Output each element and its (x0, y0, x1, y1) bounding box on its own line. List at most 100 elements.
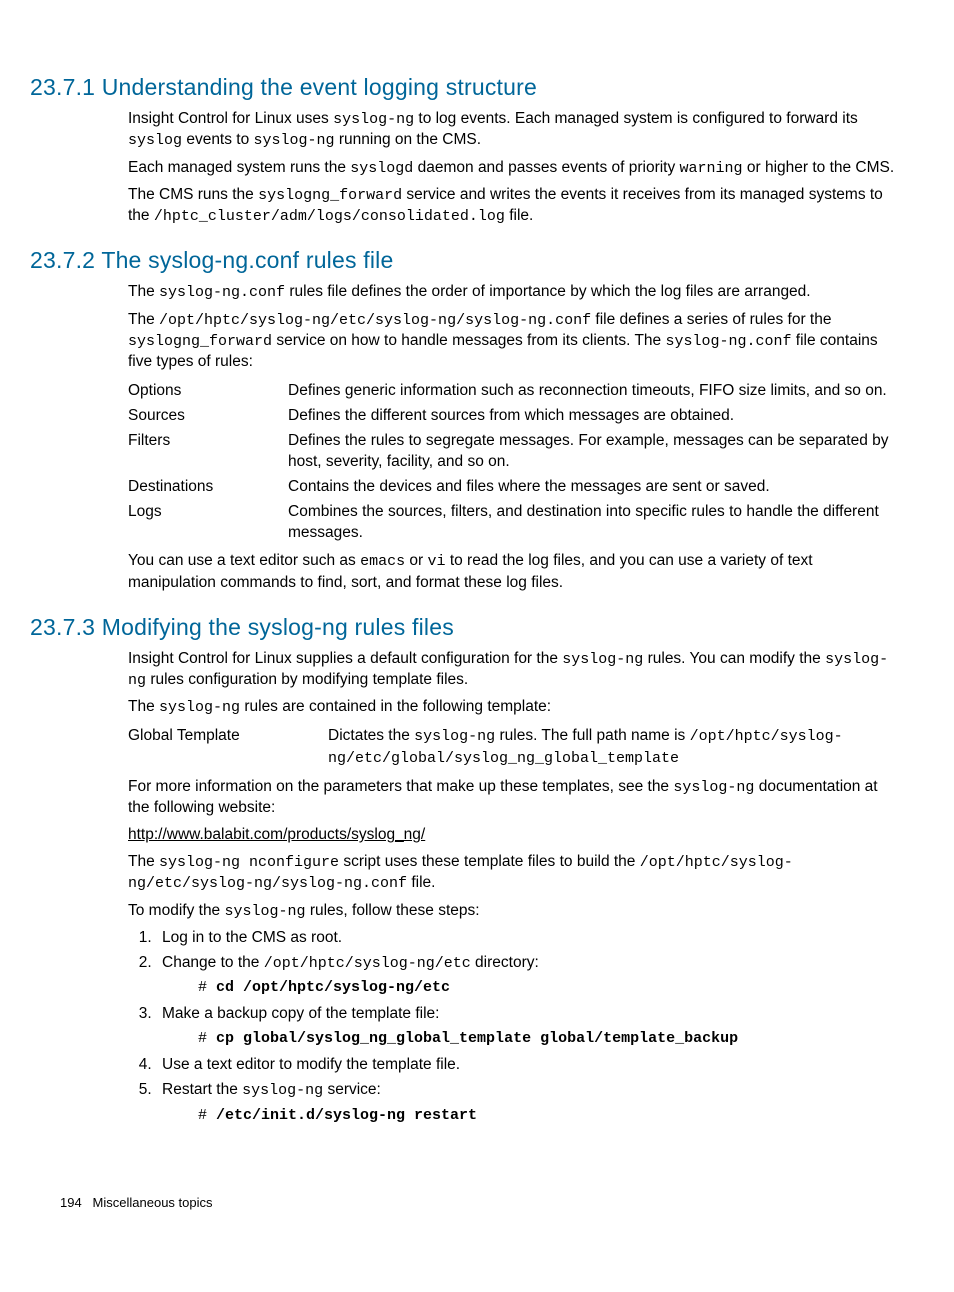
text: Make a backup copy of the template file: (162, 1005, 439, 1022)
text: events to (182, 131, 254, 148)
table-row: SourcesDefines the different sources fro… (128, 404, 896, 429)
template-definition-list: Global Template Dictates the syslog-ng r… (128, 724, 896, 771)
text: The CMS runs the (128, 186, 258, 203)
text: file defines a series of rules for the (591, 311, 831, 328)
text: Restart the (162, 1081, 242, 1098)
paragraph: Insight Control for Linux supplies a def… (128, 649, 896, 692)
prompt: # (198, 1030, 216, 1047)
paragraph: The CMS runs the syslogng_forward servic… (128, 185, 896, 228)
command-line: # /etc/init.d/syslog-ng restart (198, 1106, 896, 1126)
definition: Contains the devices and files where the… (288, 475, 896, 500)
list-item: Use a text editor to modify the template… (156, 1055, 896, 1076)
text: The (128, 311, 159, 328)
code: syslog-ng (159, 699, 240, 716)
text: rules. You can modify the (643, 650, 825, 667)
page-footer: 194 Miscellaneous topics (60, 1194, 213, 1212)
paragraph: You can use a text editor such as emacs … (128, 551, 896, 593)
code: syslog-ng (333, 111, 414, 128)
table-row: Global Template Dictates the syslog-ng r… (128, 724, 896, 771)
definition: Defines the rules to segregate messages.… (288, 429, 896, 475)
text: The (128, 283, 159, 300)
paragraph: Insight Control for Linux uses syslog-ng… (128, 109, 896, 152)
section-heading-23-7-2: 23.7.2 The syslog-ng.conf rules file (30, 245, 896, 276)
code: syslog-ng nconfigure (159, 854, 339, 871)
term: Filters (128, 429, 288, 475)
text: The (128, 698, 159, 715)
code: /opt/hptc/syslog-ng/etc (264, 955, 471, 972)
text: script uses these template files to buil… (339, 853, 640, 870)
text: rules are contained in the following tem… (240, 698, 551, 715)
paragraph: The syslog-ng.conf rules file defines th… (128, 282, 896, 303)
text: or (405, 552, 427, 569)
text: rules configuration by modifying templat… (146, 671, 468, 688)
section-heading-23-7-1: 23.7.1 Understanding the event logging s… (30, 72, 896, 103)
text: Insight Control for Linux supplies a def… (128, 650, 562, 667)
code: vi (428, 553, 446, 570)
code: syslogd (350, 160, 413, 177)
section-heading-23-7-3: 23.7.3 Modifying the syslog-ng rules fil… (30, 612, 896, 643)
paragraph: For more information on the parameters t… (128, 777, 896, 819)
code: syslogng_forward (258, 187, 402, 204)
text: file. (505, 207, 533, 224)
paragraph: To modify the syslog-ng rules, follow th… (128, 901, 896, 922)
text: service: (323, 1081, 381, 1098)
text: Change to the (162, 954, 264, 971)
text: daemon and passes events of priority (413, 159, 679, 176)
table-row: OptionsDefines generic information such … (128, 379, 896, 404)
page-number: 194 (60, 1195, 82, 1210)
text: directory: (471, 954, 539, 971)
code: syslog-ng (414, 728, 495, 745)
code: syslog-ng (225, 903, 306, 920)
text: Log in to the CMS as root. (162, 929, 342, 946)
list-item: Make a backup copy of the template file:… (156, 1004, 896, 1049)
code: syslog-ng.conf (665, 333, 791, 350)
code: syslog (128, 132, 182, 149)
code: syslog-ng (673, 779, 754, 796)
text: To modify the (128, 902, 225, 919)
paragraph: http://www.balabit.com/products/syslog_n… (128, 825, 896, 846)
external-link[interactable]: http://www.balabit.com/products/syslog_n… (128, 826, 425, 843)
list-item: Change to the /opt/hptc/syslog-ng/etc di… (156, 953, 896, 999)
term: Options (128, 379, 288, 404)
term: Logs (128, 500, 288, 546)
prompt: # (198, 979, 216, 996)
text: or higher to the CMS. (743, 159, 895, 176)
term: Sources (128, 404, 288, 429)
table-row: DestinationsContains the devices and fil… (128, 475, 896, 500)
rules-definition-list: OptionsDefines generic information such … (128, 379, 896, 545)
paragraph: The syslog-ng rules are contained in the… (128, 697, 896, 718)
text: Use a text editor to modify the template… (162, 1056, 460, 1073)
text: file. (407, 874, 435, 891)
text: service on how to handle messages from i… (272, 332, 665, 349)
definition: Defines generic information such as reco… (288, 379, 896, 404)
command-line: # cd /opt/hptc/syslog-ng/etc (198, 978, 896, 998)
definition: Defines the different sources from which… (288, 404, 896, 429)
text: The (128, 853, 159, 870)
text: Insight Control for Linux uses (128, 110, 333, 127)
paragraph: The syslog-ng nconfigure script uses the… (128, 852, 896, 895)
code: syslog-ng (242, 1082, 323, 1099)
footer-title: Miscellaneous topics (93, 1195, 213, 1210)
prompt: # (198, 1107, 216, 1124)
code: syslogng_forward (128, 333, 272, 350)
text: rules file defines the order of importan… (285, 283, 811, 300)
table-row: LogsCombines the sources, filters, and d… (128, 500, 896, 546)
code: warning (680, 160, 743, 177)
table-row: FiltersDefines the rules to segregate me… (128, 429, 896, 475)
command: cd /opt/hptc/syslog-ng/etc (216, 979, 450, 996)
list-item: Log in to the CMS as root. (156, 928, 896, 949)
text: Each managed system runs the (128, 159, 350, 176)
steps-list: Log in to the CMS as root. Change to the… (128, 928, 896, 1126)
command-line: # cp global/syslog_ng_global_template gl… (198, 1029, 896, 1049)
text: rules. The full path name is (495, 727, 689, 744)
text: Dictates the (328, 727, 414, 744)
text: You can use a text editor such as (128, 552, 360, 569)
definition: Combines the sources, filters, and desti… (288, 500, 896, 546)
paragraph: The /opt/hptc/syslog-ng/etc/syslog-ng/sy… (128, 310, 896, 373)
code: /opt/hptc/syslog-ng/etc/syslog-ng/syslog… (159, 312, 591, 329)
term: Global Template (128, 724, 328, 771)
definition: Dictates the syslog-ng rules. The full p… (328, 724, 896, 771)
list-item: Restart the syslog-ng service: # /etc/in… (156, 1080, 896, 1126)
paragraph: Each managed system runs the syslogd dae… (128, 158, 896, 179)
command: /etc/init.d/syslog-ng restart (216, 1107, 477, 1124)
